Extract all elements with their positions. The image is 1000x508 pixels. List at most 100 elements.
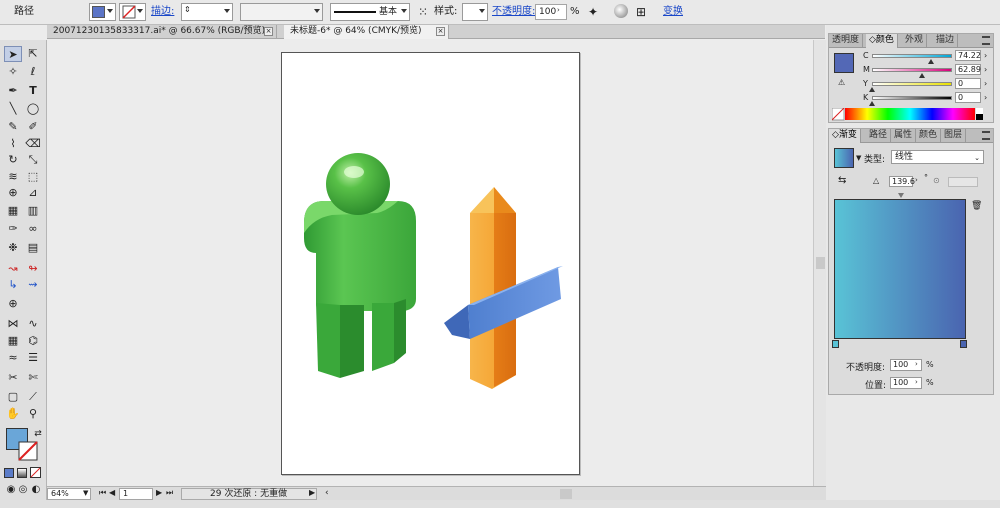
next-artboard-icon[interactable]: ▶	[156, 488, 162, 497]
vertical-scroll-thumb[interactable]	[816, 257, 825, 269]
vertical-scrollbar[interactable]	[813, 40, 826, 486]
panel-menu-icon[interactable]	[982, 36, 990, 45]
artboard-number-dropdown[interactable]: 1	[119, 488, 153, 500]
list-tool-icon[interactable]: ☰	[24, 350, 42, 366]
channel-value-input[interactable]: 62.89	[955, 64, 981, 75]
chevron-right-icon[interactable]: ›	[984, 65, 987, 74]
channel-slider-thumb[interactable]	[869, 87, 875, 92]
chevron-right-icon[interactable]: ›	[984, 93, 987, 102]
first-artboard-icon[interactable]: ⏮	[99, 488, 106, 498]
tab-appearance[interactable]: 外观	[902, 34, 928, 48]
channel-value-input[interactable]: 74.22	[955, 50, 981, 61]
type-tool-icon[interactable]: T	[24, 83, 42, 99]
artboard-tool-icon[interactable]: ⊕	[4, 296, 22, 312]
midpoint-diamond[interactable]	[898, 193, 904, 198]
gradient-preview-swatch[interactable]	[834, 148, 854, 168]
chevron-right-icon[interactable]: ›	[915, 176, 918, 184]
tab-layers[interactable]: 图层	[941, 129, 967, 143]
gradient-stop-start[interactable]	[832, 340, 839, 348]
chevron-right-icon[interactable]: ›	[915, 360, 918, 368]
scissors-tool-icon[interactable]: ✄	[24, 370, 42, 386]
fill-color-dropdown[interactable]	[89, 3, 116, 21]
gradient-stop-end[interactable]	[960, 340, 967, 348]
lasso-tool-icon[interactable]: ℓ	[24, 64, 42, 80]
out-of-gamut-icon[interactable]: ⚠	[838, 78, 845, 87]
pen-tool-icon[interactable]: ✒	[4, 83, 22, 99]
magic-wand-tool-icon[interactable]: ✧	[4, 64, 22, 80]
chevron-down-icon[interactable]: ▼	[856, 154, 861, 162]
tab-gradient[interactable]: ◇渐变	[829, 129, 861, 143]
stroke-swatch-large[interactable]	[18, 441, 38, 461]
opacity-input[interactable]: 100	[535, 4, 567, 20]
angle-input[interactable]: 139.6	[889, 176, 915, 187]
transform-grid-icon[interactable]: ⁙	[418, 3, 428, 21]
chevron-right-icon[interactable]: ›	[915, 378, 918, 386]
align-icon[interactable]: ⊞	[636, 3, 646, 21]
curve-tool-icon[interactable]: ↬	[24, 261, 42, 277]
brush-profile-dropdown[interactable]: 基本	[330, 3, 410, 21]
slice-tool-icon[interactable]: ✂	[4, 370, 22, 386]
stroke-link[interactable]: 描边:	[151, 3, 174, 21]
tab-color2[interactable]: 颜色	[916, 129, 942, 143]
channel-slider[interactable]	[872, 96, 952, 100]
color-swatch[interactable]	[834, 53, 854, 73]
gradient-mode-icon[interactable]	[17, 468, 27, 478]
hand-tool-icon[interactable]: ✋	[4, 406, 22, 422]
paintbrush-tool-icon[interactable]: ✎	[4, 119, 22, 135]
panel-menu-icon[interactable]	[982, 131, 990, 140]
close-icon[interactable]: ×	[264, 27, 273, 36]
live-paint-tool-icon[interactable]: ⌬	[24, 333, 42, 349]
envelope-tool-icon[interactable]: ⋈	[4, 316, 22, 332]
channel-slider-thumb[interactable]	[928, 59, 935, 64]
pencil-tool-icon[interactable]: ✐	[24, 119, 42, 135]
column-graph-tool-icon[interactable]: ▤	[24, 240, 42, 256]
shape-builder-tool-icon[interactable]: ⊕	[4, 185, 22, 201]
ellipse-tool-icon[interactable]: ◯	[24, 101, 42, 117]
chevron-right-icon[interactable]: ›	[557, 6, 560, 14]
close-icon[interactable]: ×	[436, 27, 445, 36]
warp-tool-icon[interactable]: ≋	[4, 169, 22, 185]
channel-slider-thumb[interactable]	[869, 101, 875, 106]
delete-stop-icon[interactable]: 🗑	[971, 201, 982, 211]
tab-document-2[interactable]: 未标题-6* @ 64% (CMYK/预览) ×	[284, 25, 449, 39]
wave-tool-icon[interactable]: ∿	[24, 316, 42, 332]
tab-color[interactable]: ◇颜色	[866, 34, 898, 48]
recolor-icon[interactable]: ✦	[588, 3, 598, 21]
stroke-weight-field[interactable]: ⇕	[181, 3, 233, 21]
chevron-right-icon[interactable]: ›	[984, 79, 987, 88]
eyedropper-tool-icon[interactable]: ✑	[4, 221, 22, 237]
graphic-style-dropdown[interactable]	[462, 3, 488, 21]
swap-colors-icon[interactable]: ⇄	[29, 426, 47, 442]
gradient-tool-icon[interactable]: ▥	[24, 203, 42, 219]
knife-tool-icon[interactable]: ⟋	[24, 389, 42, 405]
none-mode-icon[interactable]	[30, 467, 42, 479]
crop-tool-icon[interactable]: ▢	[4, 389, 22, 405]
opacity-link[interactable]: 不透明度:	[492, 3, 535, 21]
mesh-tool-icon[interactable]: ▦	[4, 203, 22, 219]
tab-document-1[interactable]: 20071230135833317.ai* @ 66.67% (RGB/预览) …	[47, 25, 277, 39]
channel-slider[interactable]	[872, 82, 952, 86]
tab-attributes[interactable]: 属性	[891, 129, 917, 143]
isolate-icon[interactable]	[614, 4, 628, 18]
zigzag-tool-icon[interactable]: ≈	[4, 350, 22, 366]
rotate-tool-icon[interactable]: ↻	[4, 152, 22, 168]
direct-selection-tool-icon[interactable]: ⇱	[24, 46, 42, 62]
horizontal-scroll-thumb[interactable]	[560, 489, 572, 499]
free-transform-tool-icon[interactable]: ⬚	[24, 169, 42, 185]
scale-tool-icon[interactable]: ⤡	[24, 152, 42, 168]
reshape-tool-icon[interactable]: ⇝	[24, 277, 42, 293]
channel-value-input[interactable]: 0	[955, 78, 981, 89]
symbol-sprayer-tool-icon[interactable]: ❉	[4, 240, 22, 256]
channel-slider-thumb[interactable]	[919, 73, 926, 78]
chart-tool-icon[interactable]: ▦	[4, 333, 22, 349]
tab-stroke[interactable]: 描边	[933, 34, 959, 48]
canvas[interactable]	[47, 40, 813, 486]
stepper-icon[interactable]: ⇕	[184, 5, 191, 14]
zoom-tool-icon[interactable]: ⚲	[24, 406, 42, 422]
perspective-grid-tool-icon[interactable]: ⊿	[24, 185, 42, 201]
stroke-color-dropdown[interactable]	[119, 3, 146, 21]
reverse-gradient-icon[interactable]: ⇆	[838, 175, 846, 186]
color-spectrum[interactable]	[832, 108, 990, 121]
variable-width-profile[interactable]	[240, 3, 323, 21]
selection-tool-icon[interactable]: ➤	[4, 46, 22, 62]
